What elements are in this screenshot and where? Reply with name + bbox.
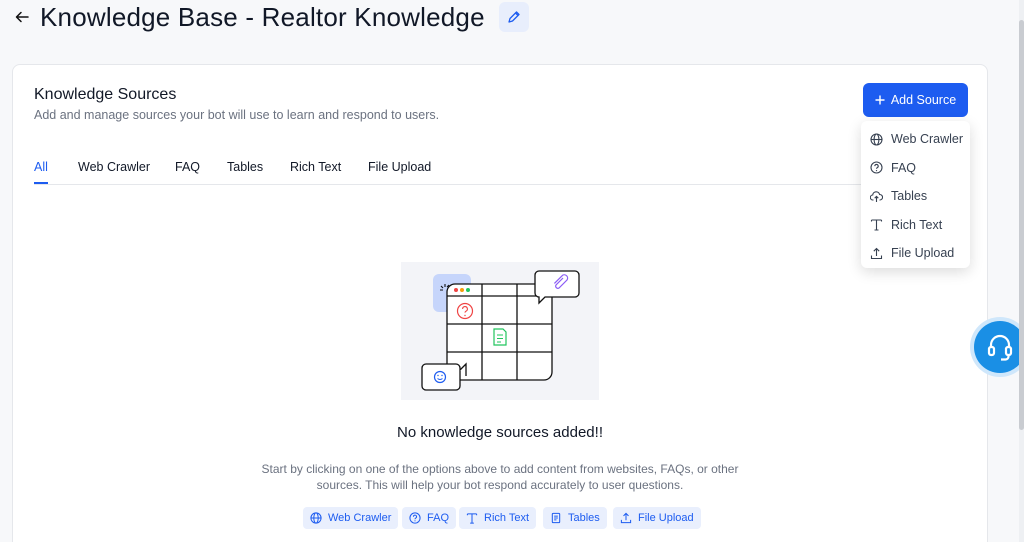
upload-icon bbox=[870, 247, 883, 260]
quick-add-label: File Upload bbox=[638, 512, 694, 524]
tab-web-crawler[interactable]: Web Crawler bbox=[78, 160, 150, 174]
dropdown-item-faq[interactable]: FAQ bbox=[861, 154, 970, 183]
quick-add-label: Rich Text bbox=[484, 512, 530, 524]
globe-icon bbox=[870, 133, 883, 146]
question-circle-icon bbox=[409, 512, 421, 524]
dropdown-item-web-crawler[interactable]: Web Crawler bbox=[861, 125, 970, 154]
quick-add-label: Tables bbox=[568, 512, 600, 524]
card-title: Knowledge Sources bbox=[34, 86, 177, 103]
active-tab-indicator bbox=[34, 182, 48, 184]
quick-add-rich-text-button[interactable]: Rich Text bbox=[459, 507, 537, 529]
text-t-icon bbox=[466, 513, 478, 524]
empty-state-description: Start by clicking on one of the options … bbox=[261, 462, 739, 492]
support-chat-button[interactable] bbox=[974, 321, 1024, 373]
add-source-dropdown: Web Crawler FAQ Tables Rich Text File Up… bbox=[861, 121, 970, 268]
edit-title-button[interactable] bbox=[498, 2, 529, 32]
quick-add-buttons: Web Crawler FAQ Rich Text Tables File Up… bbox=[0, 507, 1000, 529]
question-circle-icon bbox=[870, 161, 883, 174]
back-arrow-icon[interactable] bbox=[14, 10, 30, 24]
add-source-label: Add Source bbox=[890, 93, 957, 107]
document-icon bbox=[551, 512, 561, 524]
headset-icon bbox=[987, 334, 1013, 361]
cloud-upload-icon bbox=[870, 190, 883, 203]
tab-faq[interactable]: FAQ bbox=[175, 160, 200, 174]
dropdown-item-file-upload[interactable]: File Upload bbox=[861, 239, 970, 268]
quick-add-label: FAQ bbox=[427, 512, 450, 524]
source-tabs: All Web Crawler FAQ Tables Rich Text Fil… bbox=[34, 151, 968, 185]
plus-icon bbox=[875, 95, 885, 105]
dropdown-item-label: FAQ bbox=[891, 160, 917, 175]
empty-state-illustration bbox=[401, 262, 599, 400]
text-t-icon bbox=[870, 218, 883, 231]
tab-tables[interactable]: Tables bbox=[227, 160, 263, 174]
add-source-button[interactable]: Add Source bbox=[863, 83, 968, 117]
dropdown-item-label: Web Crawler bbox=[891, 132, 964, 147]
dropdown-item-tables[interactable]: Tables bbox=[861, 182, 970, 211]
card-subtitle: Add and manage sources your bot will use… bbox=[34, 108, 440, 122]
dropdown-item-rich-text[interactable]: Rich Text bbox=[861, 211, 970, 240]
tab-all[interactable]: All bbox=[34, 160, 48, 174]
dropdown-item-label: File Upload bbox=[891, 246, 955, 261]
empty-state-title: No knowledge sources added!! bbox=[397, 424, 603, 441]
page-header: Knowledge Base - Realtor Knowledge bbox=[14, 0, 529, 34]
quick-add-file-upload-button[interactable]: File Upload bbox=[613, 507, 701, 529]
globe-icon bbox=[310, 512, 322, 524]
dropdown-item-label: Rich Text bbox=[891, 217, 943, 232]
page-scrollbar-thumb[interactable] bbox=[1019, 20, 1024, 430]
tab-rich-text[interactable]: Rich Text bbox=[290, 160, 341, 174]
quick-add-label: Web Crawler bbox=[328, 512, 392, 524]
quick-add-tables-button[interactable]: Tables bbox=[543, 507, 607, 529]
upload-icon bbox=[620, 512, 632, 524]
quick-add-faq-button[interactable]: FAQ bbox=[402, 507, 457, 529]
dropdown-item-label: Tables bbox=[891, 189, 928, 204]
tab-file-upload[interactable]: File Upload bbox=[368, 160, 431, 174]
quick-add-web-crawler-button[interactable]: Web Crawler bbox=[303, 507, 399, 529]
page-title: Knowledge Base - Realtor Knowledge bbox=[40, 1, 485, 32]
pencil-icon bbox=[508, 11, 520, 23]
